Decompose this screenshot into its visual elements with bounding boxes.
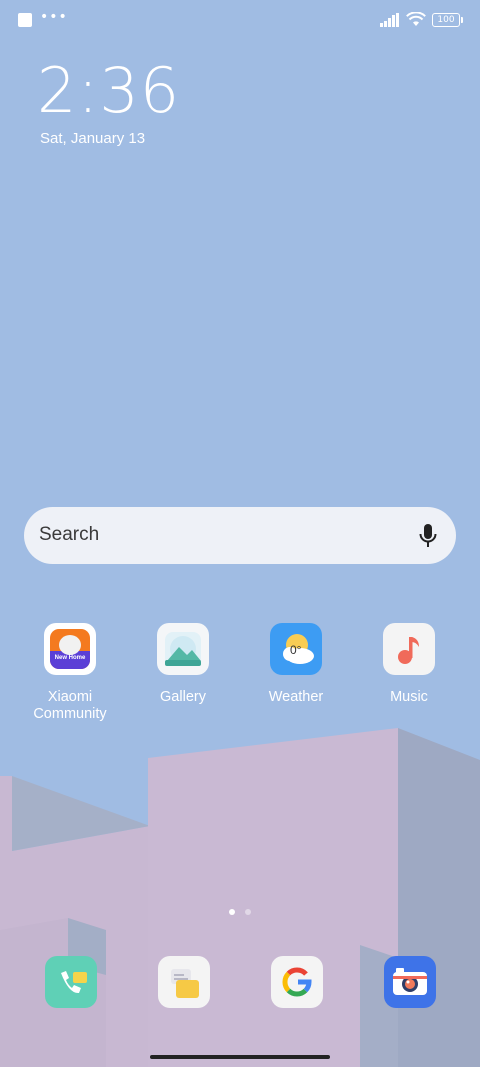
xiaomi-community-icon: New Home — [44, 623, 96, 675]
camera-icon[interactable] — [384, 956, 436, 1008]
search-bar[interactable]: Search — [24, 507, 456, 564]
weather-temp: 0° — [290, 643, 302, 657]
page-indicator — [229, 909, 251, 915]
notification-icon — [18, 13, 32, 27]
app-label: Music — [390, 689, 428, 705]
app-label: Weather — [268, 689, 324, 705]
app-xiaomi-community[interactable]: New Home Xiaomi Community — [20, 623, 120, 723]
page-dot-active[interactable] — [229, 909, 235, 915]
signal-icon — [380, 12, 399, 27]
app-label: Gallery — [160, 689, 206, 705]
app-gallery[interactable]: Gallery — [133, 623, 233, 706]
battery-icon: 100 — [432, 12, 463, 27]
phone-icon[interactable] — [45, 956, 97, 1008]
app-label: Xiaomi Community — [33, 689, 107, 722]
google-icon[interactable] — [271, 956, 323, 1008]
wifi-icon — [406, 12, 426, 26]
app-music[interactable]: Music — [359, 623, 459, 706]
more-notifications-icon: ••• — [40, 9, 68, 25]
page-dot[interactable] — [245, 909, 251, 915]
music-icon — [383, 623, 435, 675]
app-weather[interactable]: 0° Weather — [246, 623, 346, 706]
home-gesture-bar[interactable] — [150, 1055, 330, 1059]
clock-widget[interactable]: 2:36 — [37, 56, 180, 126]
status-bar: ••• 100 — [0, 0, 480, 44]
new-home-badge: New Home — [54, 655, 86, 661]
date-label: Sat, January 13 — [40, 130, 146, 147]
gallery-icon — [157, 623, 209, 675]
search-placeholder: Search — [39, 524, 100, 545]
microphone-icon[interactable] — [418, 523, 438, 549]
messages-icon[interactable] — [158, 956, 210, 1008]
weather-icon: 0° — [270, 623, 322, 675]
